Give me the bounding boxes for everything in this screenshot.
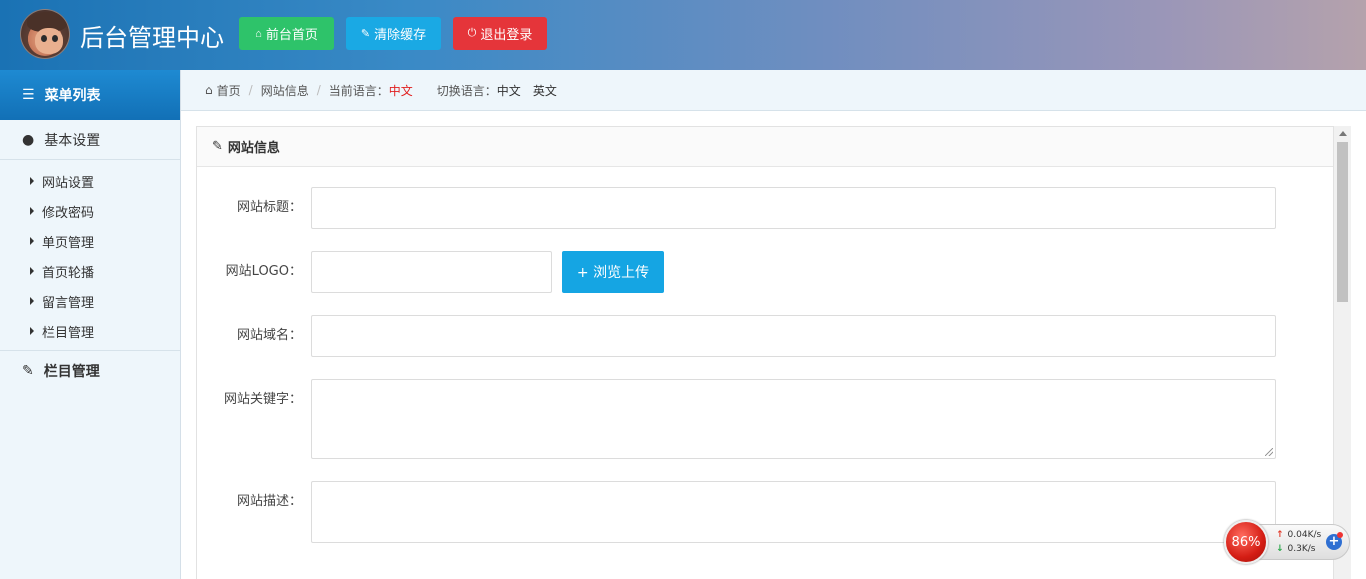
upload-speed: ↑ 0.04K/s — [1276, 530, 1322, 540]
edit-icon: ✎ — [22, 363, 34, 379]
site-keywords-label: 网站关键字： — [223, 392, 302, 407]
sidebar: ☰ 菜单列表 ● 基本设置 网站设置 修改密码 单页管理 首页轮播 留言管理 栏… — [0, 70, 181, 579]
logout-button[interactable]: ⏻ 退出登录 — [453, 17, 547, 50]
site-domain-label: 网站域名： — [236, 328, 302, 343]
usage-percent-circle[interactable]: 86% — [1224, 520, 1268, 564]
site-description-label: 网站描述： — [236, 494, 302, 509]
list-icon: ☰ — [22, 87, 35, 103]
frontend-home-button[interactable]: ⌂ 前台首页 — [239, 17, 334, 50]
lang-zh-link[interactable]: 中文 — [497, 82, 521, 99]
download-speed: ↓ 0.3K/s — [1276, 544, 1316, 554]
power-icon: ⏻ — [467, 27, 477, 39]
breadcrumb: ⌂ 首页 / 网站信息 / 当前语言： 中文 切换语言： 中文 英文 — [181, 70, 1366, 111]
sidebar-item-change-password[interactable]: 修改密码 — [0, 196, 180, 226]
site-description-textarea[interactable] — [311, 481, 1276, 543]
site-logo-input[interactable] — [311, 251, 552, 293]
site-logo-label: 网站LOGO： — [225, 264, 302, 279]
home-icon: ⌂ — [205, 83, 213, 97]
page-scrollbar[interactable] — [1334, 126, 1351, 579]
sidebar-item-site-settings[interactable]: 网站设置 — [0, 166, 180, 196]
panel-header: ✎ 网站信息 — [197, 127, 1333, 167]
scroll-up-icon[interactable] — [1339, 131, 1347, 136]
breadcrumb-home-link[interactable]: 首页 — [217, 82, 241, 99]
sidebar-item-single-page[interactable]: 单页管理 — [0, 226, 180, 256]
current-lang-value: 中文 — [388, 83, 413, 98]
current-lang-label: 当前语言： — [328, 83, 389, 98]
arrow-down-icon: ↓ — [1276, 544, 1284, 554]
caret-right-icon — [30, 297, 34, 305]
breadcrumb-page[interactable]: 网站信息 — [261, 82, 309, 99]
caret-right-icon — [30, 327, 34, 335]
user-icon: ● — [22, 131, 35, 148]
resize-handle[interactable] — [1265, 448, 1273, 456]
sidebar-item-columns[interactable]: 栏目管理 — [0, 316, 180, 346]
sidebar-sub-list: 网站设置 修改密码 单页管理 首页轮播 留言管理 栏目管理 — [0, 160, 180, 351]
caret-right-icon — [30, 207, 34, 215]
caret-right-icon — [30, 267, 34, 275]
site-title-label: 网站标题： — [236, 200, 302, 215]
site-info-panel: ✎ 网站信息 网站标题： 网站LOGO： + 浏览上传 网站域名： 网站关键字：… — [196, 126, 1334, 579]
browse-upload-button[interactable]: + 浏览上传 — [562, 251, 664, 293]
caret-right-icon — [30, 237, 34, 245]
site-keywords-textarea[interactable] — [311, 379, 1276, 459]
site-domain-input[interactable] — [311, 315, 1276, 357]
arrow-up-icon: ↑ — [1276, 530, 1284, 540]
sidebar-group-basic-settings[interactable]: ● 基本设置 — [0, 120, 180, 160]
scroll-thumb[interactable] — [1337, 142, 1348, 302]
sidebar-item-home-carousel[interactable]: 首页轮播 — [0, 256, 180, 286]
lang-en-link[interactable]: 英文 — [533, 82, 557, 99]
site-title: 后台管理中心 — [80, 24, 224, 52]
sidebar-item-messages[interactable]: 留言管理 — [0, 286, 180, 316]
menu-list-title: ☰ 菜单列表 — [0, 70, 180, 120]
clear-cache-button[interactable]: ✎ 清除缓存 — [346, 17, 441, 50]
network-speed-widget[interactable]: 86% ↑ 0.04K/s ↓ 0.3K/s + — [1224, 520, 1350, 564]
notification-dot — [1337, 532, 1343, 538]
avatar — [20, 9, 70, 59]
top-header: 后台管理中心 ⌂ 前台首页 ✎ 清除缓存 ⏻ 退出登录 — [0, 0, 1366, 70]
site-title-input[interactable] — [311, 187, 1276, 229]
switch-lang-label: 切换语言： — [436, 83, 497, 98]
wrench-icon: ✎ — [360, 28, 371, 40]
sidebar-group-column-management[interactable]: ✎ 栏目管理 — [0, 351, 180, 391]
home-icon: ⌂ — [255, 27, 262, 40]
edit-icon: ✎ — [212, 139, 223, 154]
caret-right-icon — [30, 177, 34, 185]
